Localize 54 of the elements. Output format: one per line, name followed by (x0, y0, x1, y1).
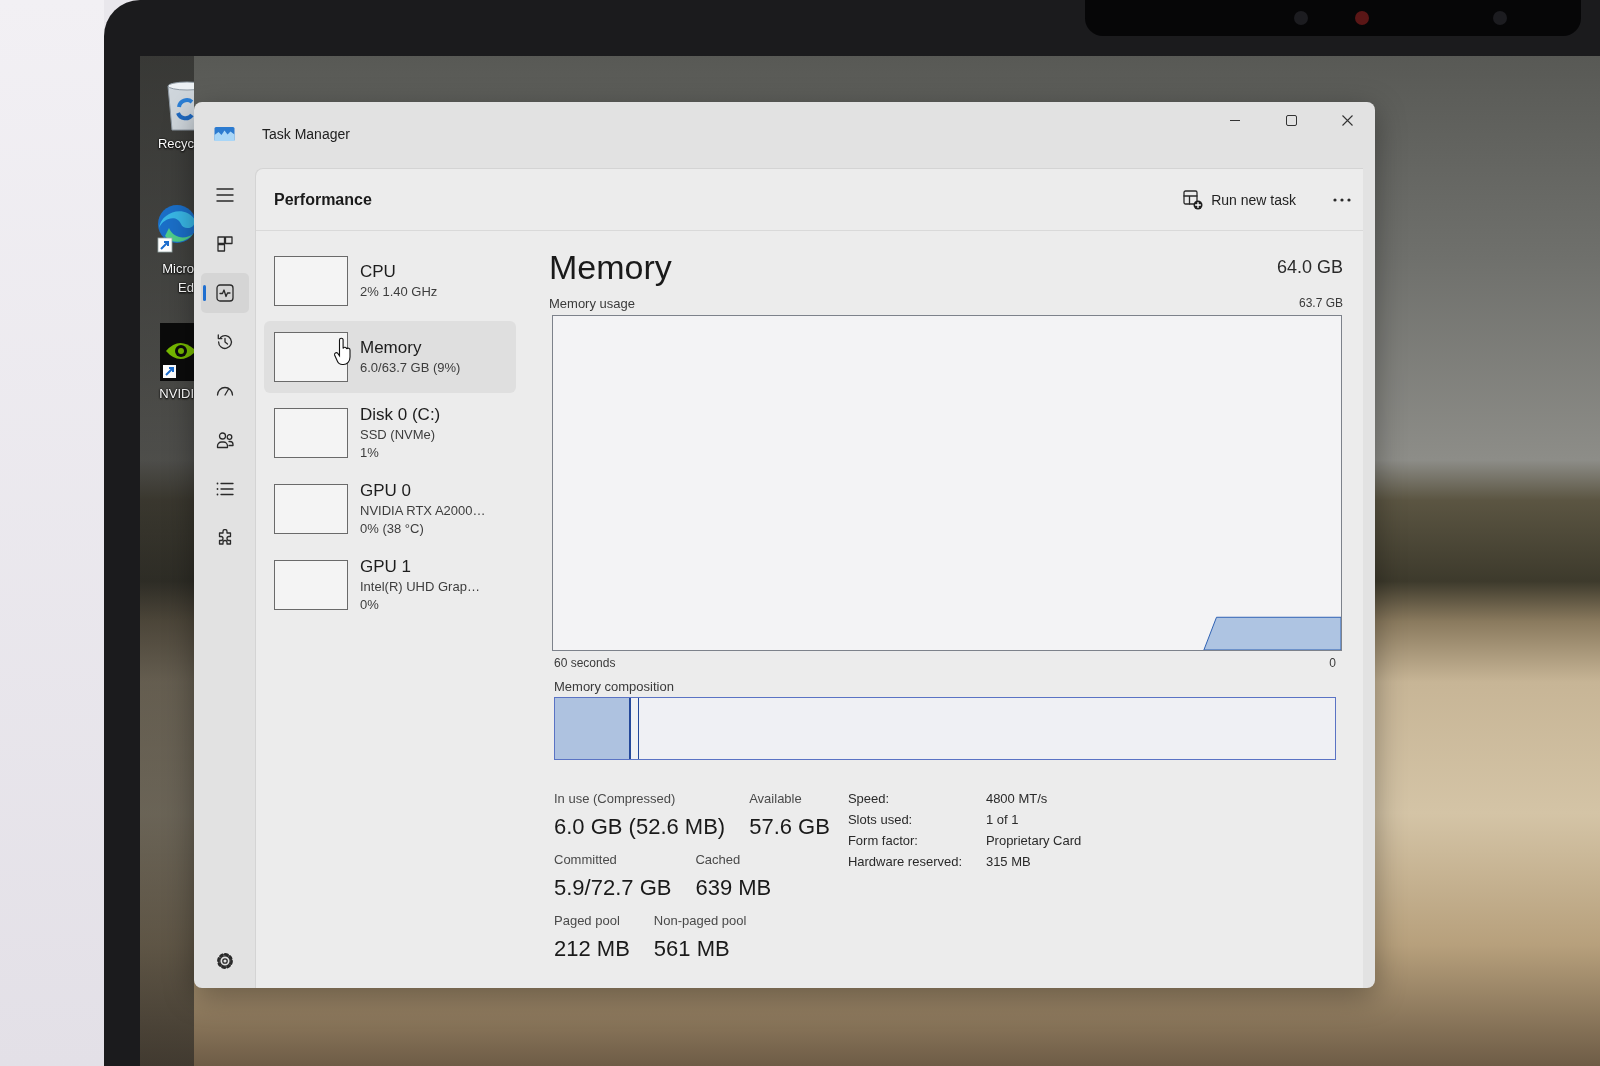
nav-button[interactable] (200, 273, 249, 313)
app-icon (214, 127, 235, 141)
stat-label: Cached (695, 851, 741, 869)
detail-label: Form factor: (847, 832, 918, 850)
pulse-icon (215, 284, 234, 302)
chart-max-label: 63.7 GB (1298, 296, 1343, 310)
memory-total: 64.0 GB (1276, 256, 1343, 278)
stat-value: 5.9/72.7 GB (554, 874, 672, 902)
axis-label: 0 (1329, 656, 1336, 670)
stat-value: 561 MB (653, 935, 730, 963)
settings-icon (215, 952, 234, 970)
stat-value: 57.6 GB (749, 813, 830, 841)
stat-label: Paged pool (554, 912, 620, 930)
device-item[interactable]: GPU 0 NVIDIA RTX A2000… 0% (38 °C) (264, 473, 516, 545)
device-item[interactable]: Memory 6.0/63.7 GB (9%) (264, 321, 516, 393)
stat-label: Available (749, 790, 802, 808)
maximize-icon (1285, 114, 1297, 126)
stat-label: In use (Compressed) (554, 790, 676, 808)
users-icon (215, 431, 234, 449)
history-icon (215, 333, 234, 351)
more-icon (1333, 197, 1351, 202)
chart-label: Memory usage (549, 295, 635, 311)
device-item[interactable]: CPU 2% 1.40 GHz (264, 245, 516, 317)
desktop-shortcut[interactable]: Micro Ed (140, 200, 194, 297)
page-title: Performance (274, 190, 372, 209)
detail-value: 4800 MT/s (985, 790, 1048, 808)
detail-label: Speed: (847, 790, 890, 808)
composition-label: Memory composition (554, 678, 674, 694)
window-add-icon (1183, 189, 1204, 210)
menu-icon (215, 188, 234, 202)
device-item[interactable]: GPU 1 Intel(R) UHD Grap… 0% (264, 549, 516, 621)
axis-label: 60 seconds (554, 656, 616, 670)
desktop-shortcut[interactable]: NVIDI (140, 323, 194, 403)
detail-label: Hardware reserved: (847, 853, 963, 871)
detail-value: 1 of 1 (985, 811, 1019, 829)
hand-cursor-icon (333, 337, 353, 367)
device-item[interactable]: Disk 0 (C:) SSD (NVMe) 1% (264, 397, 516, 469)
close-icon (1341, 114, 1353, 126)
stat-label: Committed (554, 851, 617, 869)
app-tile-icon (160, 323, 194, 381)
stat-value: 639 MB (695, 874, 772, 902)
window-title: Task Manager (262, 126, 350, 142)
gauge-icon (215, 385, 234, 397)
minimize-icon (1230, 119, 1240, 121)
list-icon (215, 482, 234, 496)
detail-value: 315 MB (985, 853, 1031, 871)
grid-icon (216, 236, 233, 252)
stat-value: 212 MB (554, 935, 630, 963)
detail-label: Slots used: (847, 811, 913, 829)
stat-value: 6.0 GB (52.6 MB) (554, 813, 726, 841)
run-new-task-button[interactable]: Run new task (1175, 183, 1304, 216)
detail-value: Proprietary Card (985, 832, 1082, 850)
stat-label: Non-paged pool (653, 912, 747, 930)
section-title: Memory (549, 247, 672, 287)
